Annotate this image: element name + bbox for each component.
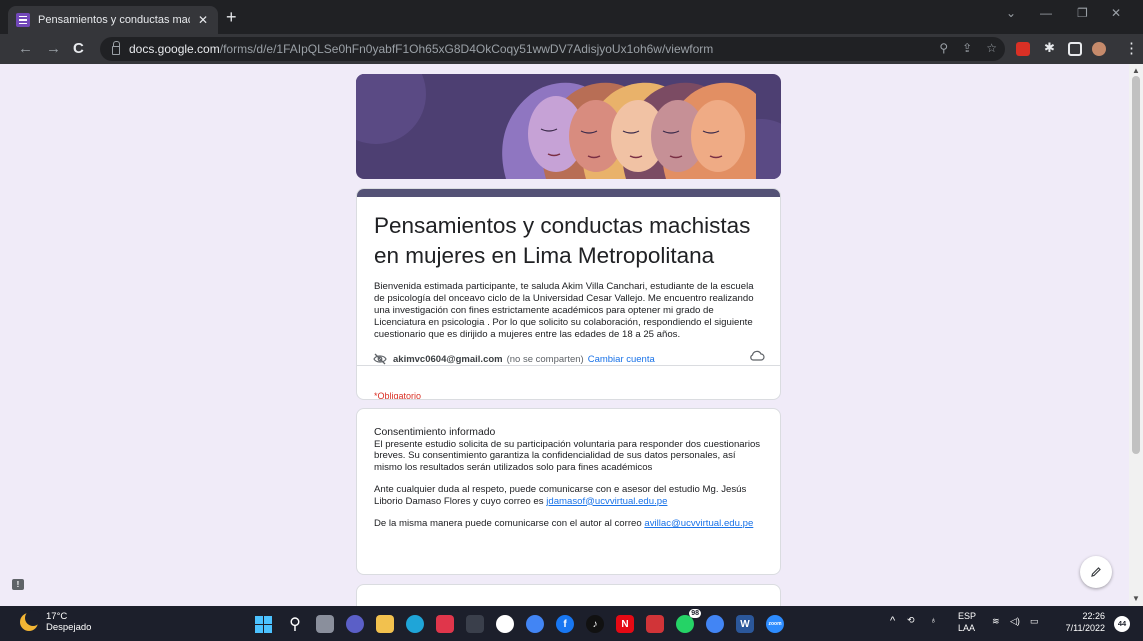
search-icon[interactable]: ⚲ <box>286 615 304 633</box>
minimize-icon[interactable]: — <box>1040 6 1052 20</box>
restore-icon[interactable]: ❐ <box>1077 6 1088 20</box>
form-title-card: Pensamientos y conductas machistas en mu… <box>356 188 781 400</box>
word-icon[interactable]: W <box>736 615 754 633</box>
edit-fab-button[interactable] <box>1080 556 1112 588</box>
share-icon[interactable]: ⇪ <box>962 41 972 55</box>
form-description: Bienvenida estimada participante, te sal… <box>374 281 754 340</box>
notification-count-badge[interactable]: 44 <box>1114 616 1130 632</box>
advisor-contact-paragraph: Ante cualquier duda al respeto, puede co… <box>374 484 764 507</box>
menu-kebab-icon[interactable]: ⋮ <box>1124 40 1139 57</box>
chrome-profile-icon[interactable] <box>706 615 724 633</box>
next-question-card <box>356 584 781 606</box>
tab-close-icon[interactable]: ✕ <box>196 13 210 27</box>
system-clock[interactable]: 22:26 7/11/2022 <box>1059 610 1105 634</box>
bookmark-star-icon[interactable]: ☆ <box>986 41 997 55</box>
account-row: akimvc0604@gmail.com (no se comparten) C… <box>373 350 773 366</box>
window-close-icon[interactable]: ✕ <box>1111 6 1121 20</box>
consent-card: Consentimiento informado El presente est… <box>356 408 781 575</box>
wifi-icon[interactable]: ≋ <box>992 616 1000 627</box>
tab-title: Pensamientos y conductas machi <box>38 14 190 26</box>
chrome-icon[interactable] <box>526 615 544 633</box>
tray-chevron-icon[interactable]: ^ <box>890 615 895 627</box>
facebook-icon[interactable]: f <box>556 615 574 633</box>
language-indicator[interactable]: ESP LAA <box>958 610 976 634</box>
extensions-puzzle-icon[interactable]: ✱ <box>1044 40 1058 55</box>
scroll-down-icon[interactable]: ▼ <box>1132 594 1140 603</box>
form-title: Pensamientos y conductas machistas en mu… <box>374 213 751 268</box>
zoom-app-icon[interactable]: zoom <box>766 615 784 633</box>
lock-icon <box>112 40 120 55</box>
pocket-app-icon[interactable] <box>436 615 454 633</box>
browser-tab[interactable]: Pensamientos y conductas machi ✕ <box>8 6 218 34</box>
clock-time: 22:26 <box>1082 611 1105 621</box>
not-shared-eye-icon <box>373 353 387 365</box>
edge-browser-icon[interactable] <box>406 615 424 633</box>
author-contact-text: De la misma manera puede comunicarse con… <box>374 518 645 529</box>
clock-date: 7/11/2022 <box>1065 623 1105 633</box>
temperature: 17°C <box>46 611 68 622</box>
consent-heading: Consentimiento informado <box>374 427 496 438</box>
author-email-link[interactable]: avillac@ucvvirtual.edu.pe <box>644 518 753 529</box>
page-viewport: Pensamientos y conductas machistas en mu… <box>0 64 1143 606</box>
openai-app-icon[interactable] <box>496 615 514 633</box>
reload-icon[interactable]: C <box>73 40 84 57</box>
side-panel-icon[interactable] <box>1068 42 1082 56</box>
address-bar[interactable]: docs.google.com /forms/d/e/1FAIpQLSe0hFn… <box>100 37 1005 61</box>
profile-avatar[interactable] <box>1092 42 1106 56</box>
google-forms-favicon-icon <box>16 13 30 27</box>
author-contact-paragraph: De la misma manera puede comunicarse con… <box>374 518 764 530</box>
scroll-thumb[interactable] <box>1132 76 1140 454</box>
task-view-icon[interactable] <box>316 615 334 633</box>
url-host: docs.google.com <box>129 42 220 56</box>
consent-paragraph: El presente estudio solicita de su parti… <box>374 438 761 473</box>
weather-condition: Despejado <box>46 622 92 633</box>
page-scrollbar[interactable]: ▲ ▼ <box>1129 64 1143 606</box>
switch-account-link[interactable]: Cambiar cuenta <box>588 354 655 365</box>
browser-tab-strip: Pensamientos y conductas machi ✕ + ⌄ — ❐… <box>0 0 1143 34</box>
extension-tp-icon[interactable] <box>1016 42 1030 56</box>
keyboard-layout: LAA <box>958 623 976 633</box>
office-app-icon[interactable] <box>646 615 664 633</box>
tab-search-icon[interactable]: ⌄ <box>1006 6 1016 20</box>
windows-taskbar: 17°C Despejado ⚲ f ♪ N 98 W zoom ^ ⟲ ♁ E… <box>0 606 1143 641</box>
url-path: /forms/d/e/1FAIpQLSe0hFn0yabfF1Oh65xG8D4… <box>219 42 714 56</box>
battery-icon[interactable]: ▭ <box>1030 616 1039 627</box>
new-tab-button[interactable]: + <box>226 8 237 26</box>
form-header-image <box>356 74 781 179</box>
whatsapp-badge: 98 <box>689 609 701 618</box>
moon-icon <box>20 610 41 631</box>
weather-widget[interactable]: 17°C Despejado <box>20 610 92 633</box>
language-code: ESP <box>958 611 977 621</box>
cloud-save-icon <box>750 350 765 361</box>
advisor-email-link[interactable]: jdamasof@ucvvirtual.edu.pe <box>546 496 667 507</box>
start-windows-icon[interactable] <box>254 615 272 633</box>
network-extra-icon[interactable]: ⟲ <box>907 615 915 626</box>
account-email: akimvc0604@gmail.com <box>393 353 503 365</box>
browser-toolbar: ← → C docs.google.com /forms/d/e/1FAIpQL… <box>0 34 1143 64</box>
tiktok-icon[interactable]: ♪ <box>586 615 604 633</box>
account-note: (no se comparten) <box>506 353 584 365</box>
forward-icon[interactable]: → <box>46 40 61 57</box>
netflix-icon[interactable]: N <box>616 615 634 633</box>
required-note: *Obligatorio <box>374 391 422 400</box>
back-icon[interactable]: ← <box>18 40 33 57</box>
whatsapp-icon[interactable]: 98 <box>676 609 701 633</box>
zoom-icon[interactable]: ⚲ <box>939 41 948 55</box>
store-app-icon[interactable] <box>466 615 484 633</box>
report-abuse-icon[interactable]: ! <box>12 579 24 590</box>
form-header-stripe <box>357 189 780 197</box>
volume-icon[interactable]: ◁) <box>1010 616 1020 627</box>
divider <box>357 365 780 366</box>
file-explorer-icon[interactable] <box>376 615 394 633</box>
teams-chat-icon[interactable] <box>346 615 364 633</box>
scroll-up-icon[interactable]: ▲ <box>1132 66 1140 75</box>
microphone-icon[interactable]: ♁ <box>930 615 937 625</box>
pencil-icon <box>1091 567 1101 577</box>
